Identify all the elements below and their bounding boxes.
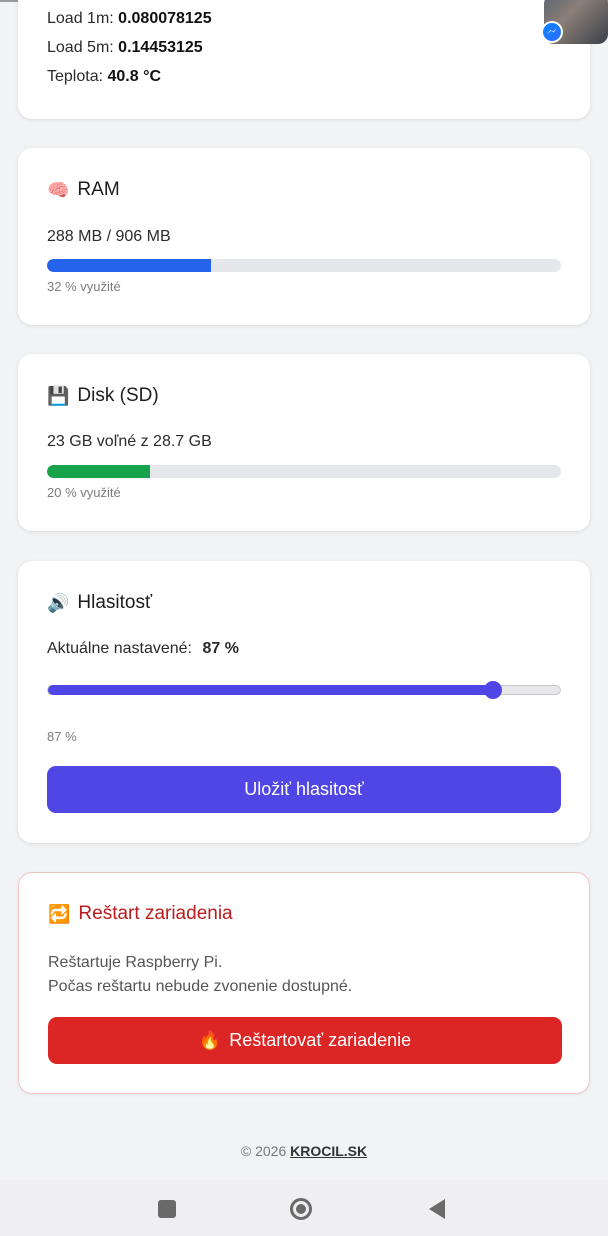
restart-card: 🔁 Reštart zariadenia Reštartuje Raspberr… [18,872,590,1094]
volume-slider-thumb[interactable] [484,681,503,699]
volume-current-value: 87 % [202,640,239,657]
restart-description-line-2: Počas reštartu nebude zvonenie dostupné. [48,978,353,995]
volume-title-text: Hlasitosť [77,592,153,613]
disk-usage-text: 23 GB voľné z 28.7 GB [47,433,212,450]
footer: © 2026 KROCIL.SK [0,1143,608,1159]
volume-title: 🔊 Hlasitosť [47,592,152,614]
load-5m-row: Load 5m: 0.14453125 [47,39,203,57]
messenger-icon[interactable] [541,21,563,43]
temperature-label: Teplota: [47,68,104,85]
disk-title-text: Disk (SD) [77,385,159,406]
restart-device-button[interactable]: 🔥 Reštartovať zariadenie [48,1017,562,1064]
restart-description: Reštartuje Raspberry Pi. Počas reštartu … [48,951,352,999]
restart-device-button-label: Reštartovať zariadenie [229,1030,412,1050]
restart-title-text: Reštart zariadenia [78,903,233,924]
ram-title-text: RAM [77,179,120,200]
ram-progress-bar [47,259,561,272]
temperature-row: Teplota: 40.8 °C [47,68,161,86]
back-triangle-icon[interactable] [426,1198,448,1220]
volume-slider[interactable] [47,681,561,699]
volume-slider-fill [48,685,494,695]
ram-usage-text: 288 MB / 906 MB [47,228,171,245]
system-navbar [0,1180,608,1236]
speaker-icon: 🔊 [47,592,70,614]
disk-progress-fill [47,465,150,478]
home-circle-icon[interactable] [290,1198,312,1220]
ram-progress-fill [47,259,212,272]
footer-copyright: © 2026 [240,1143,287,1159]
volume-current-row: Aktuálne nastavené: 87 % [47,640,239,658]
footer-link[interactable]: KROCIL.SK [290,1143,367,1159]
load-5m-value: 0.14453125 [118,39,203,56]
disk-usage-hint: 20 % využité [47,485,121,500]
save-volume-button[interactable]: Uložiť hlasitosť [47,766,561,813]
ram-usage-hint: 32 % využité [47,279,121,294]
ram-card: 🧠 RAM 288 MB / 906 MB 32 % využité [18,148,590,325]
repeat-icon: 🔁 [48,903,71,925]
restart-title: 🔁 Reštart zariadenia [48,903,233,925]
load-5m-label: Load 5m: [47,39,114,56]
volume-card: 🔊 Hlasitosť Aktuálne nastavené: 87 % 87 … [18,561,590,843]
temperature-value: 40.8 °C [107,68,162,85]
disk-title: 💾 Disk (SD) [47,385,159,407]
load-1m-label: Load 1m: [47,10,114,27]
disk-card: 💾 Disk (SD) 23 GB voľné z 28.7 GB 20 % v… [18,354,590,531]
volume-slider-readout: 87 % [47,729,77,744]
volume-current-label: Aktuálne nastavené: [47,640,192,657]
load-1m-value: 0.080078125 [118,10,212,27]
cpu-card: Load 1m: 0.080078125 Load 5m: 0.14453125… [18,0,590,119]
ram-title: 🧠 RAM [47,179,120,201]
brain-icon: 🧠 [47,179,70,201]
load-1m-row: Load 1m: 0.080078125 [47,10,212,28]
restart-description-line-1: Reštartuje Raspberry Pi. [48,954,223,971]
disk-progress-bar [47,465,561,478]
recents-square-icon[interactable] [156,1198,178,1220]
fire-icon: 🔥 [198,1030,222,1051]
floppy-disk-icon: 💾 [47,385,70,407]
